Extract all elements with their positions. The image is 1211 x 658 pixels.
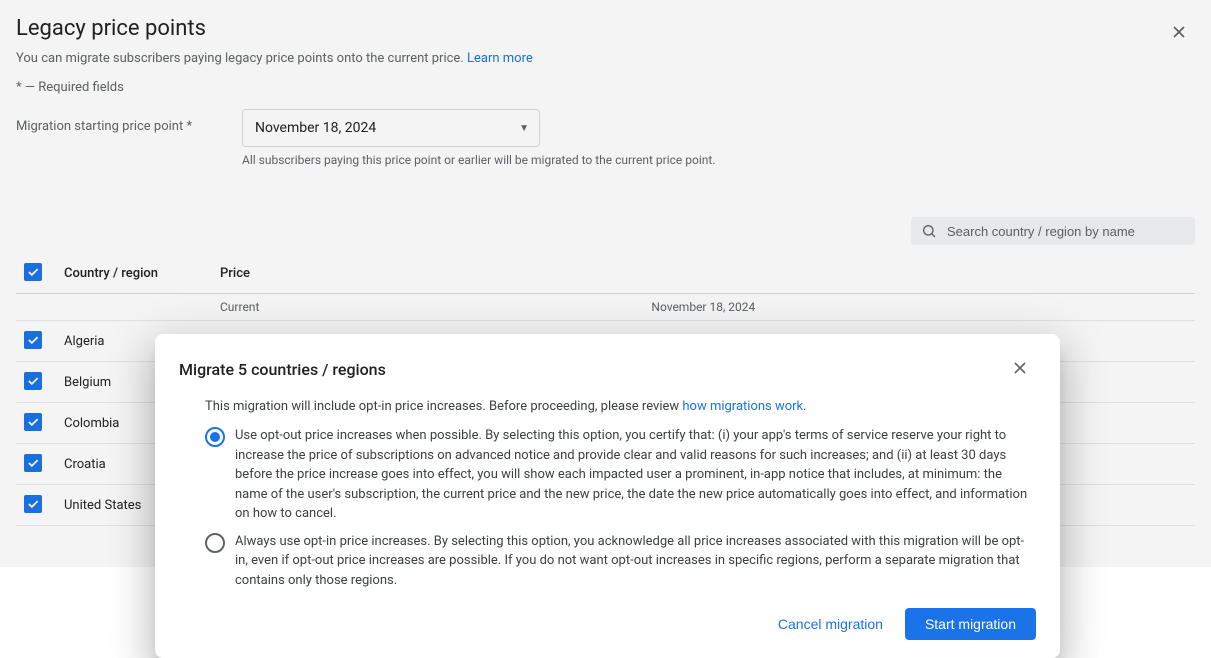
dialog-close-button[interactable]	[1004, 352, 1036, 387]
close-icon	[1010, 358, 1030, 378]
cancel-migration-button[interactable]: Cancel migration	[764, 608, 897, 640]
dialog-intro-text: This migration will include opt-in price…	[205, 399, 682, 414]
option-opt-in[interactable]: Always use opt-in price increases. By se…	[179, 532, 1036, 591]
radio-opt-in[interactable]	[205, 533, 225, 553]
how-migrations-work-link[interactable]: how migrations work	[682, 399, 803, 414]
opt-in-label: Always use opt-in price increases. By se…	[235, 532, 1036, 591]
start-migration-button[interactable]: Start migration	[905, 608, 1036, 640]
dialog-intro: This migration will include opt-in price…	[179, 399, 1036, 414]
dialog-title: Migrate 5 countries / regions	[179, 360, 386, 379]
option-opt-out[interactable]: Use opt-out price increases when possibl…	[179, 426, 1036, 524]
dialog-intro-suffix: .	[803, 399, 806, 414]
migrate-dialog: Migrate 5 countries / regions This migra…	[155, 334, 1060, 658]
opt-out-label: Use opt-out price increases when possibl…	[235, 426, 1036, 524]
radio-opt-out[interactable]	[205, 427, 225, 447]
